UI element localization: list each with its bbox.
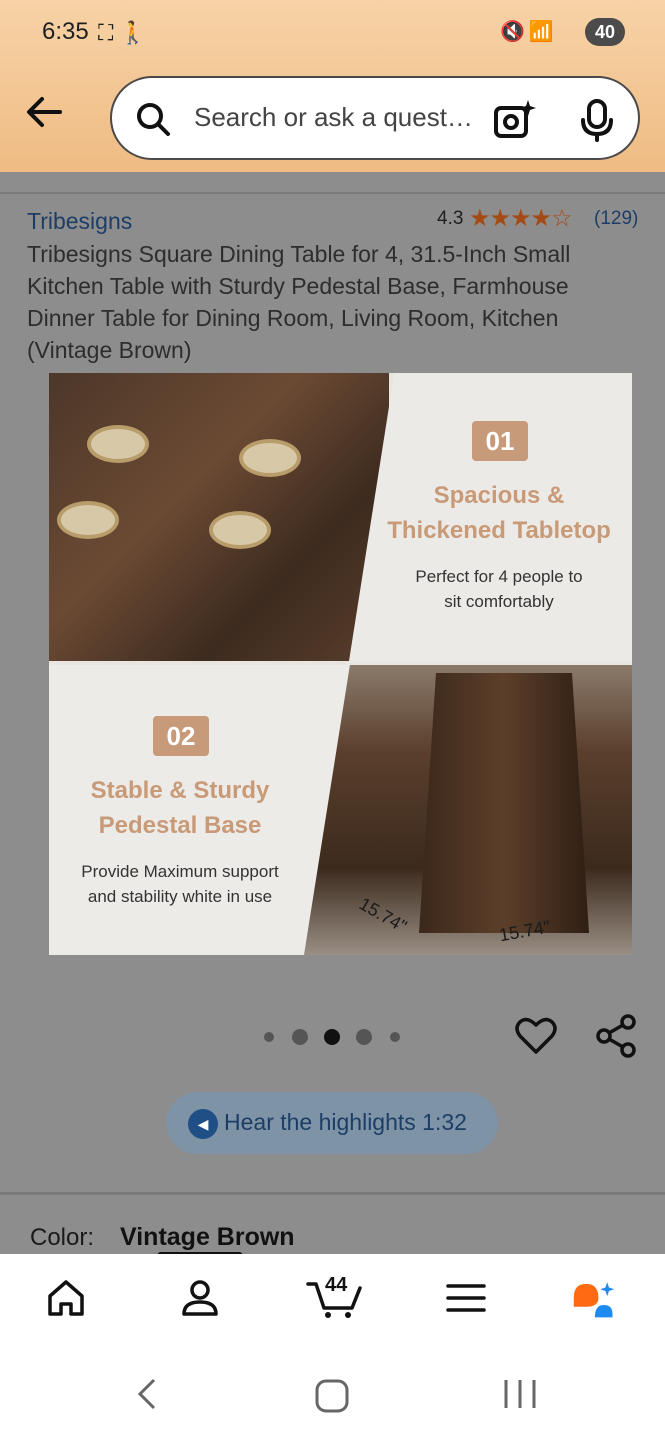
feature1-number: 01 [472, 421, 528, 461]
feature1-desc-line2: sit comfortably [444, 592, 554, 611]
carousel-dot-active[interactable] [324, 1029, 340, 1045]
status-right-icons: 🔇📶 [500, 19, 558, 44]
pedestal-illustration [419, 673, 589, 933]
divider [0, 192, 665, 194]
home-icon[interactable] [44, 1276, 88, 1320]
wishlist-heart-icon[interactable] [514, 1014, 558, 1058]
mute-icon: 🔇 [500, 21, 529, 43]
carousel-dot[interactable] [292, 1029, 308, 1045]
camera-search-icon[interactable] [492, 98, 536, 142]
back-button[interactable] [22, 90, 66, 134]
feature2-desc: Provide Maximum support and stability wh… [57, 859, 303, 909]
system-home-icon[interactable] [314, 1378, 350, 1414]
account-icon[interactable] [178, 1276, 222, 1320]
battery-indicator: 40 [585, 18, 625, 46]
back-arrow-icon [27, 97, 62, 127]
feature1-desc-line1: Perfect for 4 people to [415, 567, 583, 586]
plate-illustration [57, 501, 119, 539]
cart-count: 44 [325, 1274, 348, 1296]
status-left-icons: ⛶🚶 [98, 20, 153, 46]
feature2-title: Stable & Sturdy Pedestal Base [69, 773, 291, 843]
bottom-nav: 44 [0, 1254, 665, 1344]
system-recents-icon[interactable] [500, 1378, 540, 1410]
review-count[interactable]: (129) [594, 208, 638, 230]
feature1-title-line1: Spacious & [433, 482, 565, 509]
tabletop-photo [49, 373, 389, 661]
search-icon [137, 103, 170, 136]
brand-link[interactable]: Tribesigns [27, 208, 132, 235]
rufus-assistant-icon[interactable] [572, 1276, 616, 1320]
screenshot-icon: ⛶ [98, 20, 120, 45]
carousel-dot[interactable] [356, 1029, 372, 1045]
product-title: Tribesigns Square Dining Table for 4, 31… [27, 241, 571, 363]
carousel-dot[interactable] [264, 1032, 274, 1042]
feature2-number: 02 [153, 716, 209, 756]
audio-icon: ◀︎ [188, 1109, 218, 1139]
feature2-desc-line1: Provide Maximum support [81, 862, 279, 881]
plate-illustration [209, 511, 271, 549]
plate-illustration [87, 425, 149, 463]
color-value: Vintage Brown [120, 1223, 295, 1251]
search-bar[interactable]: Search or ask a question [110, 76, 640, 160]
menu-icon[interactable] [444, 1276, 488, 1320]
feature2-title-line1: Stable & Sturdy [90, 777, 270, 804]
share-icon[interactable] [594, 1014, 638, 1058]
hear-highlights-label: Hear the highlights 1:32 [224, 1109, 467, 1135]
status-time: 6:35 [42, 18, 89, 45]
feature1-desc: Perfect for 4 people to sit comfortably [379, 564, 619, 614]
system-nav-bar [0, 1344, 665, 1440]
feature2-title-line2: Pedestal Base [98, 812, 262, 839]
hear-highlights-button[interactable]: ◀︎ Hear the highlights 1:32 [166, 1092, 498, 1154]
section-divider [0, 1192, 665, 1195]
feature1-title: Spacious & Thickened Tabletop [369, 478, 629, 548]
rating-value: 4.3 [437, 208, 464, 229]
carousel-dot[interactable] [390, 1032, 400, 1042]
system-back-icon[interactable] [130, 1376, 162, 1412]
plate-illustration [239, 439, 301, 477]
feature1-title-line2: Thickened Tabletop [387, 517, 611, 544]
microphone-icon[interactable] [577, 98, 617, 142]
color-label: Color: [30, 1224, 95, 1251]
product-image[interactable]: 01 Spacious & Thickened Tabletop Perfect… [49, 373, 632, 955]
wifi-icon: 📶 [528, 21, 558, 43]
star-rating[interactable]: ★★★★☆ [469, 204, 573, 233]
walking-icon: 🚶 [119, 20, 153, 45]
feature2-desc-line2: and stability white in use [87, 887, 273, 906]
search-input[interactable]: Search or ask a question [194, 102, 474, 133]
